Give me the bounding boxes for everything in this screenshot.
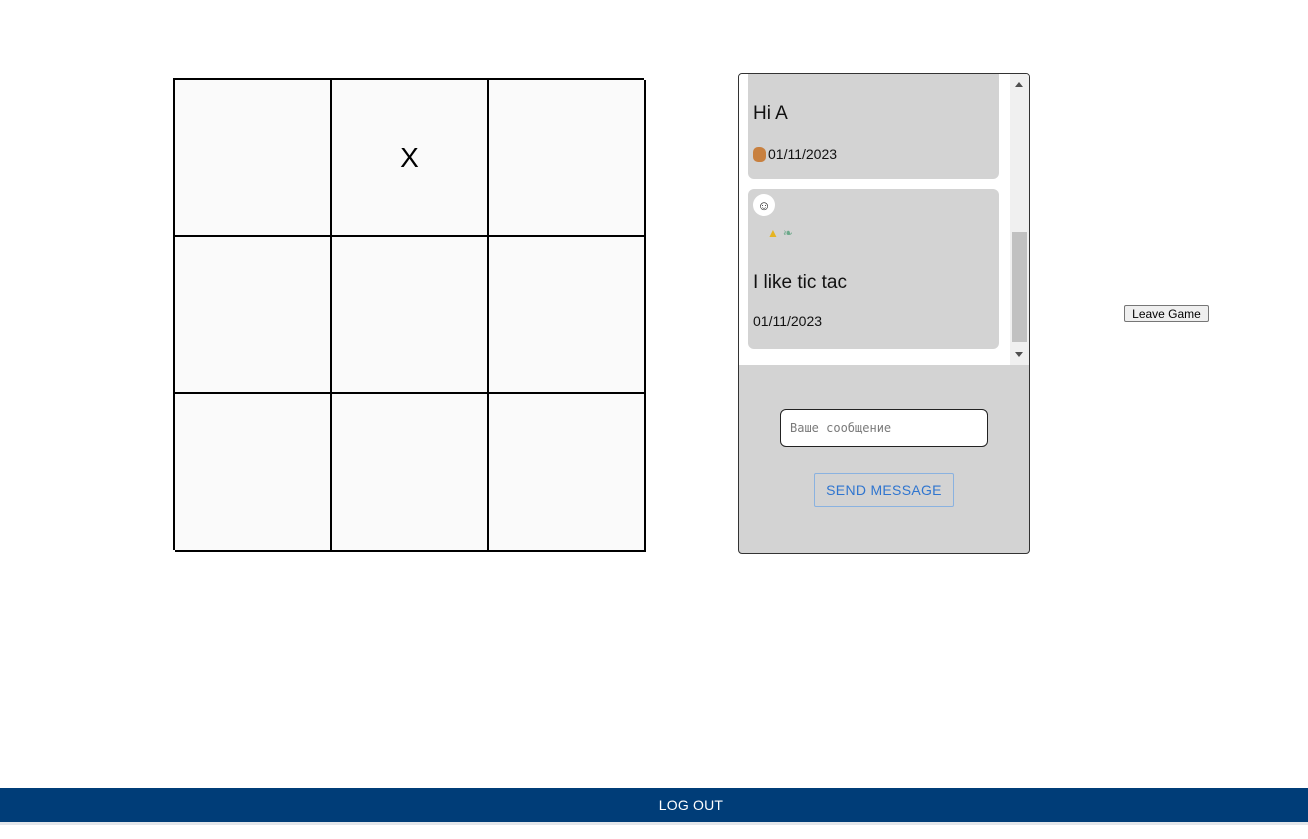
leaf-icon[interactable]: ❧: [783, 226, 793, 240]
board-cell-6[interactable]: [489, 237, 646, 394]
message-date: 01/11/2023: [753, 313, 823, 329]
board-cell-8[interactable]: [332, 394, 489, 552]
message-text: I like tic tac: [753, 272, 847, 293]
message-date: 01/11/2023: [768, 146, 838, 162]
message-text: Hi A: [753, 103, 788, 124]
board-cell-1[interactable]: [175, 80, 332, 237]
heart-icon[interactable]: ♥: [766, 74, 774, 75]
game-board: X: [173, 78, 646, 552]
message-reactions: ▲ ❧: [767, 226, 793, 240]
send-message-button[interactable]: Send message: [814, 473, 954, 507]
board-cell-4[interactable]: [175, 237, 332, 394]
message-date-row: 01/11/2023: [753, 146, 837, 162]
scroll-up-icon[interactable]: [1015, 82, 1023, 87]
footer-bar: LOG OUT: [0, 788, 1308, 822]
board-cell-9[interactable]: [489, 394, 646, 552]
board-cell-5[interactable]: [332, 237, 489, 394]
message-list-content: ♥ ❧ Hi A 01/11/2023 ☺ ▲ ❧ I like ti: [739, 74, 1009, 349]
thumbs-up-icon[interactable]: ▲: [767, 226, 779, 240]
board-cell-7[interactable]: [175, 394, 332, 552]
leaf-icon[interactable]: ❧: [778, 74, 788, 75]
message-date-row: 01/11/2023: [753, 313, 822, 329]
message-item[interactable]: ♥ ❧ Hi A 01/11/2023: [748, 74, 999, 179]
page: X ♥ ❧ Hi A 01/11/2023: [0, 0, 1308, 839]
message-reactions: ♥ ❧: [766, 74, 788, 75]
scroll-thumb[interactable]: [1012, 232, 1027, 342]
leave-game-button[interactable]: Leave Game: [1124, 305, 1209, 322]
message-scrollbar[interactable]: [1010, 74, 1029, 365]
message-input[interactable]: [780, 409, 988, 447]
board-cell-2[interactable]: X: [332, 80, 489, 237]
message-item[interactable]: ☺ ▲ ❧ I like tic tac 01/11/2023: [748, 189, 999, 349]
logout-button[interactable]: LOG OUT: [659, 797, 723, 813]
smiley-icon[interactable]: ☺: [753, 194, 775, 216]
message-list[interactable]: ♥ ❧ Hi A 01/11/2023 ☺ ▲ ❧ I like ti: [739, 74, 1029, 365]
board-cell-3[interactable]: [489, 80, 646, 237]
waving-hand-icon[interactable]: [753, 146, 766, 162]
scroll-down-icon[interactable]: [1015, 352, 1023, 357]
footer-divider: [0, 822, 1308, 825]
chat-panel: ♥ ❧ Hi A 01/11/2023 ☺ ▲ ❧ I like ti: [738, 73, 1030, 554]
